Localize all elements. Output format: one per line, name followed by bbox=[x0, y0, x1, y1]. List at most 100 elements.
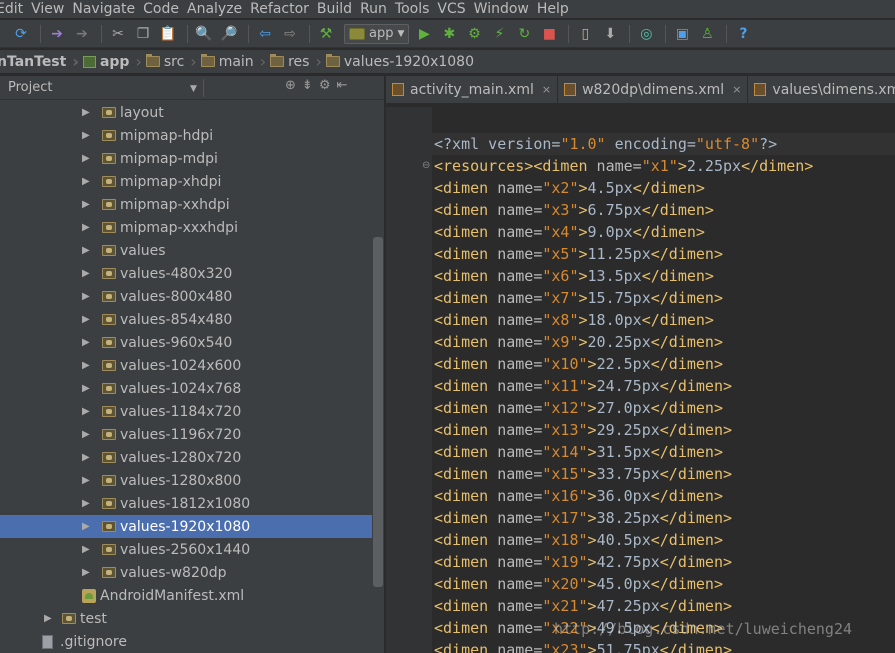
expand-arrow-icon[interactable]: ▶ bbox=[82, 291, 90, 302]
breadcrumb-values-folder[interactable]: › values-1920x1080 bbox=[315, 50, 480, 73]
expand-arrow-icon[interactable]: ▶ bbox=[82, 199, 90, 210]
breadcrumb-project[interactable]: nTanTest bbox=[0, 50, 72, 73]
locate-icon[interactable]: ⊕ bbox=[285, 78, 296, 93]
help-icon[interactable]: ? bbox=[732, 23, 754, 45]
tree-item[interactable]: ▶ values-1280x800 bbox=[0, 469, 372, 492]
breadcrumb-module[interactable]: › app bbox=[72, 50, 135, 73]
project-view-select[interactable]: Project bbox=[8, 80, 52, 95]
code-area[interactable]: <resources><dimen name="x1">2.25px</dime… bbox=[386, 107, 895, 653]
hide-panel-icon[interactable]: ⇤ bbox=[336, 78, 347, 93]
expand-arrow-icon[interactable]: ▶ bbox=[82, 245, 90, 256]
back-icon[interactable]: ⇦ bbox=[254, 23, 276, 45]
rerun-icon[interactable]: ↻ bbox=[513, 23, 535, 45]
menu-edit[interactable]: Edit bbox=[0, 1, 29, 17]
tree-item[interactable]: ▶ mipmap-xhdpi bbox=[0, 170, 372, 193]
expand-arrow-icon[interactable]: ▶ bbox=[82, 107, 90, 118]
tree-item[interactable]: ▶ values-1196x720 bbox=[0, 423, 372, 446]
make-icon[interactable]: ⚒ bbox=[315, 23, 337, 45]
menu-view[interactable]: View bbox=[31, 1, 70, 17]
tree-item[interactable]: .gitignore bbox=[0, 630, 372, 653]
avd-manager-icon[interactable]: ▯ bbox=[574, 23, 596, 45]
expand-arrow-icon[interactable]: ▶ bbox=[82, 429, 90, 440]
expand-arrow-icon[interactable]: ▶ bbox=[82, 475, 90, 486]
run-configuration-select[interactable]: app ▼ bbox=[344, 23, 410, 44]
menu-tools[interactable]: Tools bbox=[395, 1, 436, 17]
apply-changes-icon[interactable]: ⚡ bbox=[488, 23, 510, 45]
paste-icon[interactable]: 📋 bbox=[157, 23, 179, 45]
expand-arrow-icon[interactable]: ▶ bbox=[82, 130, 90, 141]
breadcrumb-res[interactable]: › res bbox=[260, 50, 316, 73]
breadcrumb-main[interactable]: › main bbox=[190, 50, 259, 73]
copy-icon[interactable]: ❐ bbox=[132, 23, 154, 45]
tree-item[interactable]: ▶ layout bbox=[0, 101, 372, 124]
device-monitor-icon[interactable]: ♙ bbox=[696, 23, 718, 45]
menu-vcs[interactable]: VCS bbox=[437, 1, 471, 17]
expand-arrow-icon[interactable]: ▶ bbox=[82, 360, 90, 371]
tree-item[interactable]: ▶ mipmap-hdpi bbox=[0, 124, 372, 147]
expand-arrow-icon[interactable]: ▶ bbox=[82, 452, 90, 463]
find-icon[interactable]: 🔍 bbox=[193, 23, 215, 45]
gear-icon[interactable]: ⚙ bbox=[319, 78, 331, 93]
menu-run[interactable]: Run bbox=[360, 1, 393, 17]
tree-item[interactable]: ▶ mipmap-mdpi bbox=[0, 147, 372, 170]
tree-item[interactable]: ▶ values-1280x720 bbox=[0, 446, 372, 469]
expand-arrow-icon[interactable]: ▶ bbox=[82, 498, 90, 509]
expand-arrow-icon[interactable]: ▶ bbox=[82, 337, 90, 348]
replace-icon[interactable]: 🔎 bbox=[218, 23, 240, 45]
cut-icon[interactable]: ✂ bbox=[107, 23, 129, 45]
forward-icon[interactable]: ⇨ bbox=[279, 23, 301, 45]
menu-analyze[interactable]: Analyze bbox=[187, 1, 248, 17]
menu-help[interactable]: Help bbox=[537, 1, 575, 17]
breadcrumb-src[interactable]: › src bbox=[135, 50, 190, 73]
tree-item[interactable]: ▶ values-1812x1080 bbox=[0, 492, 372, 515]
expand-arrow-icon[interactable]: ▶ bbox=[82, 544, 90, 555]
tree-item[interactable]: ▶ test bbox=[0, 607, 372, 630]
project-structure-icon[interactable]: ▣ bbox=[671, 23, 693, 45]
tree-item[interactable]: ▶ values-854x480 bbox=[0, 308, 372, 331]
tree-item[interactable]: ▶ values-1024x600 bbox=[0, 354, 372, 377]
menu-build[interactable]: Build bbox=[317, 1, 358, 17]
editor-tab[interactable]: values\dimens.xml× bbox=[748, 76, 895, 103]
tree-item[interactable]: ▶ values-1184x720 bbox=[0, 400, 372, 423]
chevron-down-icon[interactable]: ▼ bbox=[190, 84, 197, 94]
menu-window[interactable]: Window bbox=[474, 1, 535, 17]
sdk-manager-icon[interactable]: ⬇ bbox=[599, 23, 621, 45]
sync-gradle-icon[interactable]: ◎ bbox=[635, 23, 657, 45]
tree-item[interactable]: ▶ values-w820dp bbox=[0, 561, 372, 584]
editor-tab[interactable]: w820dp\dimens.xml × bbox=[558, 76, 749, 103]
tree-item[interactable]: ▶ values-1920x1080 bbox=[0, 515, 372, 538]
undo-icon[interactable]: ➔ bbox=[46, 23, 68, 45]
tree-item[interactable]: ▶ values-800x480 bbox=[0, 285, 372, 308]
tree-item[interactable]: ▶ values-1024x768 bbox=[0, 377, 372, 400]
tree-item[interactable]: ▶ values-960x540 bbox=[0, 331, 372, 354]
expand-arrow-icon[interactable]: ▶ bbox=[82, 567, 90, 578]
tree-item[interactable]: AndroidManifest.xml bbox=[0, 584, 372, 607]
menu-navigate[interactable]: Navigate bbox=[72, 1, 141, 17]
expand-arrow-icon[interactable]: ▶ bbox=[82, 383, 90, 394]
expand-arrow-icon[interactable]: ▶ bbox=[44, 613, 52, 624]
menu-refactor[interactable]: Refactor bbox=[250, 1, 315, 17]
debug-icon[interactable]: ✱ bbox=[438, 23, 460, 45]
close-icon[interactable]: × bbox=[542, 83, 551, 96]
expand-arrow-icon[interactable]: ▶ bbox=[82, 153, 90, 164]
collapse-all-icon[interactable]: ⇟ bbox=[302, 78, 313, 93]
tree-item[interactable]: ▶ mipmap-xxxhdpi bbox=[0, 216, 372, 239]
tree-item[interactable]: ▶ values bbox=[0, 239, 372, 262]
stop-icon[interactable]: ■ bbox=[538, 23, 560, 45]
tree-item[interactable]: ▶ mipmap-xxhdpi bbox=[0, 193, 372, 216]
close-icon[interactable]: × bbox=[732, 83, 741, 96]
tree-item[interactable]: ▶ values-2560x1440 bbox=[0, 538, 372, 561]
attach-icon[interactable]: ⚙ bbox=[463, 23, 485, 45]
menu-code[interactable]: Code bbox=[143, 1, 185, 17]
editor-tab[interactable]: activity_main.xml × bbox=[386, 76, 559, 103]
fold-icon[interactable]: ⊖ bbox=[422, 160, 430, 171]
expand-arrow-icon[interactable]: ▶ bbox=[82, 176, 90, 187]
expand-arrow-icon[interactable]: ▶ bbox=[82, 268, 90, 279]
expand-arrow-icon[interactable]: ▶ bbox=[82, 314, 90, 325]
expand-arrow-icon[interactable]: ▶ bbox=[82, 406, 90, 417]
expand-arrow-icon[interactable]: ▶ bbox=[82, 521, 90, 532]
tree-item[interactable]: ▶ values-480x320 bbox=[0, 262, 372, 285]
sync-icon[interactable]: ⟳ bbox=[10, 23, 32, 45]
project-scrollbar-thumb[interactable] bbox=[373, 237, 383, 587]
redo-icon[interactable]: ➔ bbox=[71, 23, 93, 45]
